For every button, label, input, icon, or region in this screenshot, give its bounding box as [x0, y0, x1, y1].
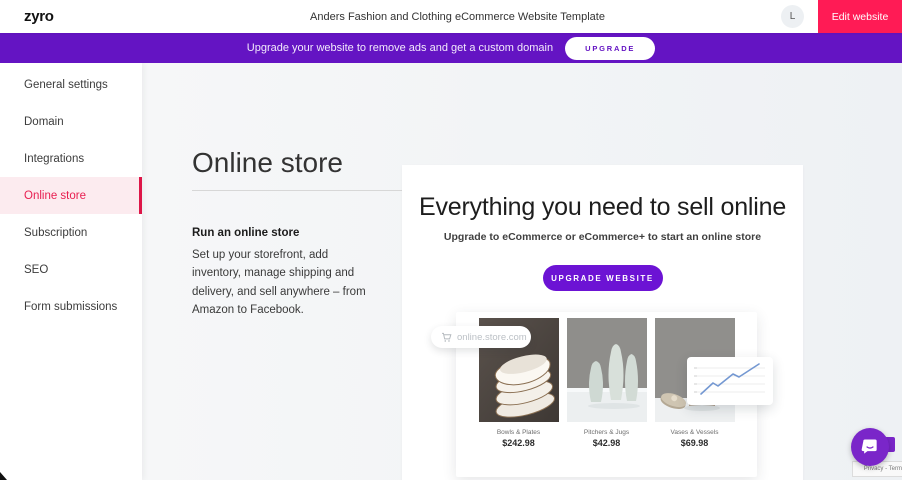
sidebar-item-form-submissions[interactable]: Form submissions — [0, 288, 142, 325]
main-content: Online store Run an online store Set up … — [142, 63, 902, 480]
product-labels-row: Bowls & Plates $242.98 Pitchers & Jugs $… — [456, 422, 757, 448]
sidebar-item-general-settings[interactable]: General settings — [0, 66, 142, 103]
product-name: Bowls & Plates — [479, 429, 559, 436]
sidebar-item-integrations[interactable]: Integrations — [0, 140, 142, 177]
product-name: Vases & Vessels — [655, 429, 735, 436]
banner-text: Upgrade your website to remove ads and g… — [247, 42, 553, 54]
user-avatar[interactable]: L — [781, 5, 804, 28]
store-url-pill: online.store.com — [431, 326, 531, 348]
section-description: Set up your storefront, add inventory, m… — [192, 246, 372, 320]
product-card — [567, 318, 647, 422]
card-heading: Everything you need to sell online — [402, 193, 803, 222]
card-subheading: Upgrade to eCommerce or eCommerce+ to st… — [402, 231, 803, 243]
edit-website-button[interactable]: Edit website — [818, 0, 902, 33]
trend-line-chart-icon — [687, 357, 773, 405]
sidebar-item-seo[interactable]: SEO — [0, 251, 142, 288]
store-url-text: online.store.com — [457, 332, 527, 343]
sidebar-item-domain[interactable]: Domain — [0, 103, 142, 140]
product-name: Pitchers & Jugs — [567, 429, 647, 436]
cursor-artifact — [0, 472, 7, 480]
zyro-logo[interactable]: zyro — [24, 8, 134, 25]
sales-trend-card — [687, 357, 773, 405]
product-price: $69.98 — [655, 438, 735, 448]
product-price: $42.98 — [567, 438, 647, 448]
top-header: zyro Anders Fashion and Clothing eCommer… — [0, 0, 902, 33]
ecommerce-upsell-card: Everything you need to sell online Upgra… — [402, 165, 803, 480]
settings-sidebar: General settings Domain Integrations Onl… — [0, 63, 142, 480]
app-window: zyro Anders Fashion and Clothing eCommer… — [0, 0, 902, 480]
pitchers-product-image — [567, 318, 647, 422]
product-price: $242.98 — [479, 438, 559, 448]
site-title: Anders Fashion and Clothing eCommerce We… — [134, 11, 781, 23]
sidebar-item-online-store[interactable]: Online store — [0, 177, 142, 214]
banner-upgrade-button[interactable]: UPGRADE — [565, 37, 655, 60]
upgrade-website-button[interactable]: UPGRADE WEBSITE — [543, 265, 663, 291]
chat-launcher-button[interactable] — [851, 428, 889, 466]
section-heading: Run an online store — [192, 227, 299, 239]
recaptcha-badge-text: Privacy - Terms — [864, 466, 902, 472]
sidebar-item-subscription[interactable]: Subscription — [0, 214, 142, 251]
cart-icon — [441, 332, 452, 343]
page-title: Online store — [192, 147, 343, 179]
chat-smile-icon — [860, 437, 880, 457]
upgrade-banner: Upgrade your website to remove ads and g… — [0, 33, 902, 63]
